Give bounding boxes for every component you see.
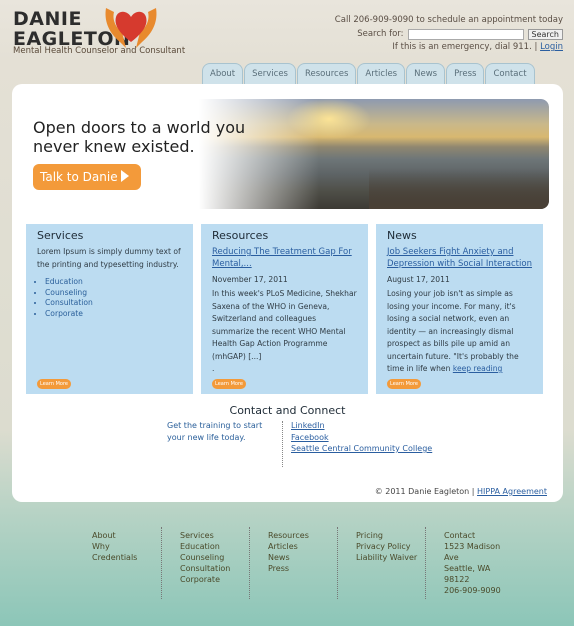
services-text: Lorem Ipsum is simply dummy text of the …: [37, 247, 181, 269]
hero-city-shading: [369, 169, 549, 209]
facebook-link[interactable]: Facebook: [291, 432, 432, 444]
footer-address: Seattle, WA: [444, 564, 491, 573]
hippa-agreement-link[interactable]: HIPPA Agreement: [477, 487, 547, 496]
keep-reading-link[interactable]: keep reading: [453, 364, 503, 373]
header-utilities: Call 206-909-9090 to schedule an appoint…: [335, 14, 563, 54]
footer-col-pricing: Pricing Privacy Policy Liability Waiver: [356, 530, 440, 599]
news-text: Losing your job isn't as simple as losin…: [387, 288, 532, 376]
phone-cta-text: Call 206-909-9090 to schedule an appoint…: [334, 15, 563, 25]
tab-articles[interactable]: Articles: [357, 63, 406, 85]
contact-links: LinkedIn Facebook Seattle Central Commun…: [291, 420, 432, 455]
seattle-central-link[interactable]: Seattle Central Community College: [291, 443, 432, 455]
tab-services[interactable]: Services: [244, 63, 296, 85]
tab-contact[interactable]: Contact: [485, 63, 535, 85]
contact-heading: Contact and Connect: [229, 404, 346, 417]
services-heading: Services: [37, 229, 84, 242]
footer-link[interactable]: Education: [180, 541, 264, 552]
search-input[interactable]: [407, 29, 524, 40]
login-link[interactable]: Login: [540, 42, 563, 52]
search-form: Search for: Search: [335, 28, 563, 41]
footer-phone: 206-909-9090: [444, 586, 501, 595]
resources-heading: Resources: [212, 229, 269, 242]
hero-headline-line2: never knew existed.: [33, 137, 195, 156]
footer-address: Ave: [444, 553, 459, 562]
services-column: Services Lorem Ipsum is simply dummy tex…: [26, 224, 193, 394]
heart-hands-icon: [105, 8, 157, 48]
tab-resources[interactable]: Resources: [296, 63, 357, 85]
footer-address: 1523 Madison: [444, 542, 501, 551]
news-body: Losing your job isn't as simple as losin…: [387, 289, 519, 373]
logo-tagline: Mental Health Counselor and Consultant: [13, 46, 186, 56]
news-column: News Job Seekers Fight Anxiety and Depre…: [376, 224, 543, 394]
hero-banner: Open doors to a world you never knew exi…: [26, 99, 549, 209]
talk-to-danie-button[interactable]: Talk to Danie: [33, 164, 141, 190]
tab-press[interactable]: Press: [446, 63, 485, 85]
emergency-separator: |: [534, 42, 538, 52]
main-nav: About Services Resources Articles News P…: [202, 63, 535, 85]
footer-link[interactable]: Counseling: [180, 552, 264, 563]
footer-divider: [249, 527, 250, 599]
footer-address: 98122: [444, 575, 470, 584]
site-footer: About Why Credentials Services Education…: [92, 527, 528, 599]
footer-link[interactable]: Corporate: [180, 574, 264, 585]
resources-date: November 17, 2011: [212, 275, 288, 284]
footer-link[interactable]: Privacy Policy: [356, 541, 440, 552]
news-learn-more-button[interactable]: Learn More: [387, 379, 421, 389]
footer-col-services: Services Education Counseling Consultati…: [180, 530, 264, 599]
footer-link[interactable]: Credentials: [92, 552, 176, 563]
list-item[interactable]: Education: [45, 277, 182, 288]
copyright-text: © 2011 Danie Eagleton |: [374, 487, 475, 496]
list-item[interactable]: Consultation: [45, 298, 182, 309]
search-label: Search for:: [357, 29, 404, 39]
linkedin-link[interactable]: LinkedIn: [291, 420, 432, 432]
talk-to-danie-label: Talk to Danie: [40, 170, 118, 184]
tab-about[interactable]: About: [202, 63, 244, 85]
footer-link[interactable]: Contact: [444, 530, 528, 541]
content-panel: Open doors to a world you never knew exi…: [12, 84, 563, 502]
emergency-text: If this is an emergency, dial 911.: [392, 42, 532, 52]
resources-learn-more-button[interactable]: Learn More: [212, 379, 246, 389]
contact-blurb: Get the training to start your new life …: [167, 421, 263, 442]
footer-link[interactable]: Consultation: [180, 563, 264, 574]
footer-link[interactable]: About: [92, 530, 176, 541]
copyright: © 2011 Danie Eagleton | HIPPA Agreement: [375, 487, 547, 496]
footer-divider: [425, 527, 426, 599]
search-button[interactable]: Search: [527, 29, 563, 40]
footer-link[interactable]: Articles: [268, 541, 352, 552]
news-article-link[interactable]: Job Seekers Fight Anxiety and Depression…: [387, 246, 532, 270]
emergency-line: If this is an emergency, dial 911. | Log…: [335, 41, 563, 54]
footer-divider: [337, 527, 338, 599]
footer-col-about: About Why Credentials: [92, 530, 176, 599]
list-item[interactable]: Corporate: [45, 309, 182, 320]
list-item[interactable]: Counseling: [45, 288, 182, 299]
hero-headline: Open doors to a world you never knew exi…: [33, 118, 245, 156]
footer-link[interactable]: Press: [268, 563, 352, 574]
footer-divider: [161, 527, 162, 599]
resources-text: In this week's PLoS Medicine, Shekhar Sa…: [212, 289, 357, 361]
resources-article-link[interactable]: Reducing The Treatment Gap For Mental,..…: [212, 246, 357, 270]
resources-column: Resources Reducing The Treatment Gap For…: [201, 224, 368, 394]
footer-col-contact: Contact 1523 Madison Ave Seattle, WA 981…: [444, 530, 528, 599]
news-date: August 17, 2011: [387, 275, 450, 284]
contact-divider: [282, 421, 283, 467]
resources-dot: .: [212, 364, 215, 373]
play-arrow-icon: [120, 170, 129, 182]
news-heading: News: [387, 229, 417, 242]
footer-link[interactable]: Services: [180, 530, 264, 541]
footer-link[interactable]: News: [268, 552, 352, 563]
footer-link[interactable]: Liability Waiver: [356, 552, 440, 563]
tab-news[interactable]: News: [406, 63, 446, 85]
footer-col-resources: Resources Articles News Press: [268, 530, 352, 599]
services-learn-more-button[interactable]: Learn More: [37, 379, 71, 389]
footer-link[interactable]: Why: [92, 541, 176, 552]
footer-link[interactable]: Resources: [268, 530, 352, 541]
hero-headline-line1: Open doors to a world you: [33, 118, 246, 137]
services-list: Education Counseling Consultation Corpor…: [45, 277, 182, 319]
footer-link[interactable]: Pricing: [356, 530, 440, 541]
